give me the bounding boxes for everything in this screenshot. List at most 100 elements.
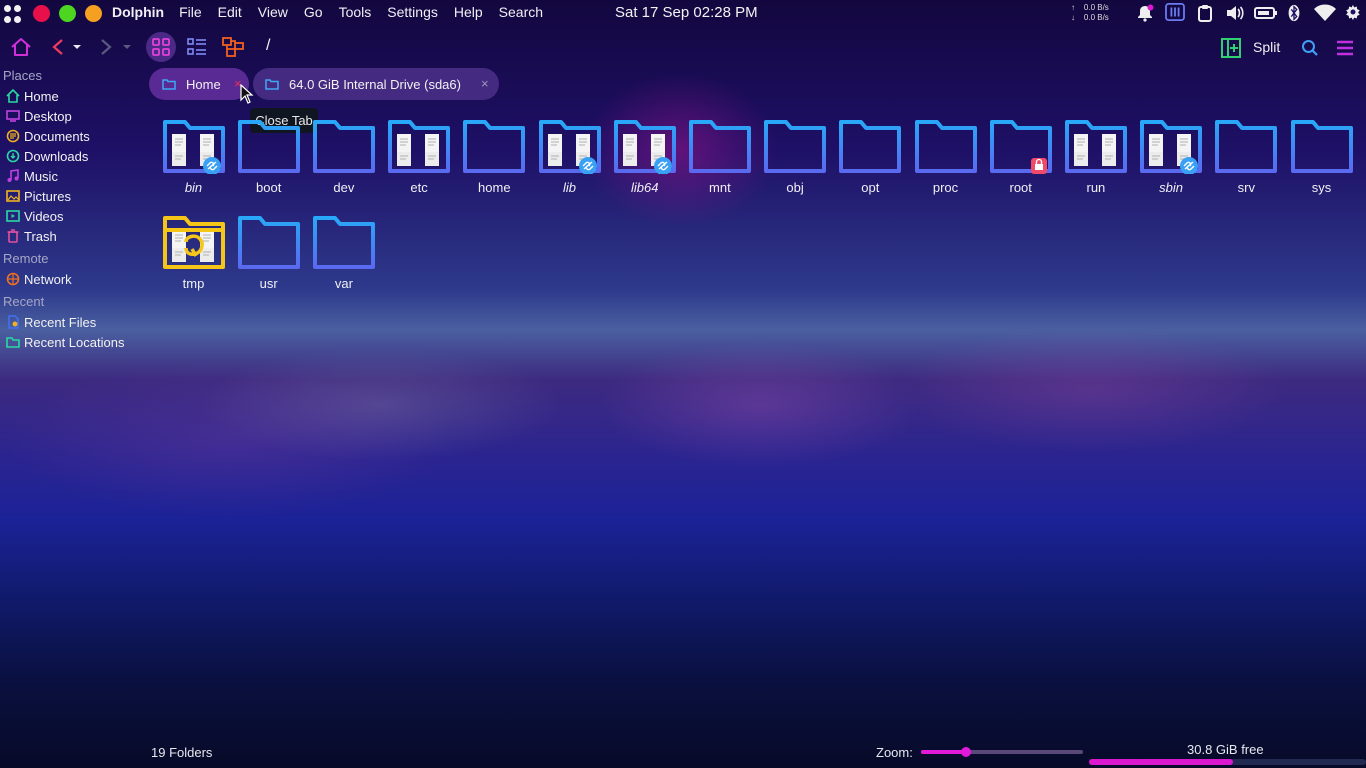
folder-item[interactable]: boot [232,118,306,195]
sidebar-item-music[interactable]: Music [0,166,146,186]
volume-icon[interactable] [1225,4,1245,22]
folder-icon [833,118,907,174]
folder-item[interactable]: lib64 [608,118,682,195]
zoom-slider-handle[interactable] [961,747,972,757]
folder-name: root [1009,180,1032,195]
folder-name: usr [259,276,278,291]
folder-item[interactable]: opt [833,118,907,195]
folder-name: opt [861,180,880,195]
close-tab-icon[interactable]: × [481,76,489,91]
folder-icon [162,79,176,90]
sidebar-item-label: Home [24,88,59,104]
folder-item[interactable]: lib [533,118,607,195]
tree-view-icon[interactable] [220,32,246,62]
menu-go[interactable]: Go [304,4,323,20]
zoom-slider[interactable] [921,747,1083,757]
folder-item[interactable]: sbin [1134,118,1208,195]
equalizer-icon[interactable] [1164,3,1186,21]
trash-icon [5,229,20,244]
folder-item[interactable]: run [1059,118,1133,195]
folder-item[interactable]: var [307,214,381,291]
folder-item[interactable]: bin [157,118,231,195]
wifi-icon[interactable] [1313,4,1337,22]
disk-usage-bar[interactable] [1089,759,1366,765]
tab-internal-drive[interactable]: 64.0 GiB Internal Drive (sda6) × [253,68,499,100]
folder-item[interactable]: sys [1285,118,1359,195]
tab-label: 64.0 GiB Internal Drive (sda6) [289,76,461,92]
folder-icon [157,214,231,270]
system-menu-icon[interactable] [1344,4,1362,22]
details-view-icon[interactable] [184,32,210,62]
folder-name: mnt [709,180,731,195]
sidebar-item-recent-locations[interactable]: Recent Locations [0,332,146,352]
folder-item[interactable]: etc [382,118,456,195]
clock[interactable]: Sat 17 Sep 02:28 PM [615,4,758,21]
folder-item[interactable]: usr [232,214,306,291]
maximize-window-button[interactable] [59,5,76,22]
documents-icon [5,129,20,144]
icons-view-icon[interactable] [146,32,176,62]
folder-item[interactable]: tmp [157,214,231,291]
folder-name: home [478,180,511,195]
pictures-icon [5,189,20,204]
sidebar-item-network[interactable]: Network [0,269,146,289]
battery-icon[interactable] [1254,4,1278,22]
folder-name: bin [184,180,203,195]
folder-icon [1285,118,1359,174]
folder-item[interactable]: root [984,118,1058,195]
sidebar-item-label: Music [24,168,58,184]
forward-icon[interactable] [96,32,116,62]
folder-icon [1209,118,1283,174]
tab-home[interactable]: Home × [149,68,249,100]
folder-icon [1059,118,1133,174]
sidebar-item-home[interactable]: Home [0,86,146,106]
sidebar-item-pictures[interactable]: Pictures [0,186,146,206]
folder-name: etc [410,180,428,195]
close-window-button[interactable] [33,5,50,22]
bell-icon[interactable] [1136,4,1154,22]
menu-settings[interactable]: Settings [387,4,438,20]
breadcrumb[interactable]: / [266,37,270,55]
folder-item[interactable]: mnt [683,118,757,195]
menu-search[interactable]: Search [499,4,543,20]
menu-view[interactable]: View [258,4,288,20]
menu-tools[interactable]: Tools [339,4,372,20]
folder-item[interactable]: dev [307,118,381,195]
zoom-label: Zoom: [876,745,913,760]
sidebar-item-recent-files[interactable]: Recent Files [0,312,146,332]
folder-name: sys [1311,180,1332,195]
sidebar-item-desktop[interactable]: Desktop [0,106,146,126]
back-icon[interactable] [48,32,68,62]
forward-history-chevron-icon[interactable] [120,32,134,62]
sidebar-item-downloads[interactable]: Downloads [0,146,146,166]
folder-icon [382,118,456,174]
sidebar-item-documents[interactable]: Documents [0,126,146,146]
home-icon[interactable] [8,32,34,62]
search-icon[interactable] [1299,36,1321,60]
clipboard-icon[interactable] [1197,4,1213,22]
folder-item[interactable]: home [457,118,531,195]
folder-name: boot [256,180,282,195]
folder-item[interactable]: proc [909,118,983,195]
folder-name: lib64 [630,180,659,195]
split-button[interactable]: Split [1253,39,1280,55]
folder-item[interactable]: obj [758,118,832,195]
folder-item[interactable]: srv [1209,118,1283,195]
app-launcher-icon[interactable] [4,5,22,23]
menu-help[interactable]: Help [454,4,483,20]
folder-icon [984,118,1058,174]
sidebar-item-trash[interactable]: Trash [0,226,146,246]
menu-file[interactable]: File [179,4,202,20]
hamburger-menu-icon[interactable] [1334,36,1356,60]
minimize-window-button[interactable] [85,5,102,22]
net-down-arrow-icon: ↓ [1071,13,1075,22]
sidebar-item-videos[interactable]: Videos [0,206,146,226]
sidebar-item-label: Desktop [24,108,72,124]
bluetooth-icon[interactable] [1287,4,1301,22]
split-icon[interactable] [1219,36,1243,60]
menu-edit[interactable]: Edit [218,4,242,20]
back-history-chevron-icon[interactable] [70,32,84,62]
sidebar-item-label: Documents [24,128,90,144]
recent-files-icon [5,315,20,330]
home-icon [5,89,20,104]
